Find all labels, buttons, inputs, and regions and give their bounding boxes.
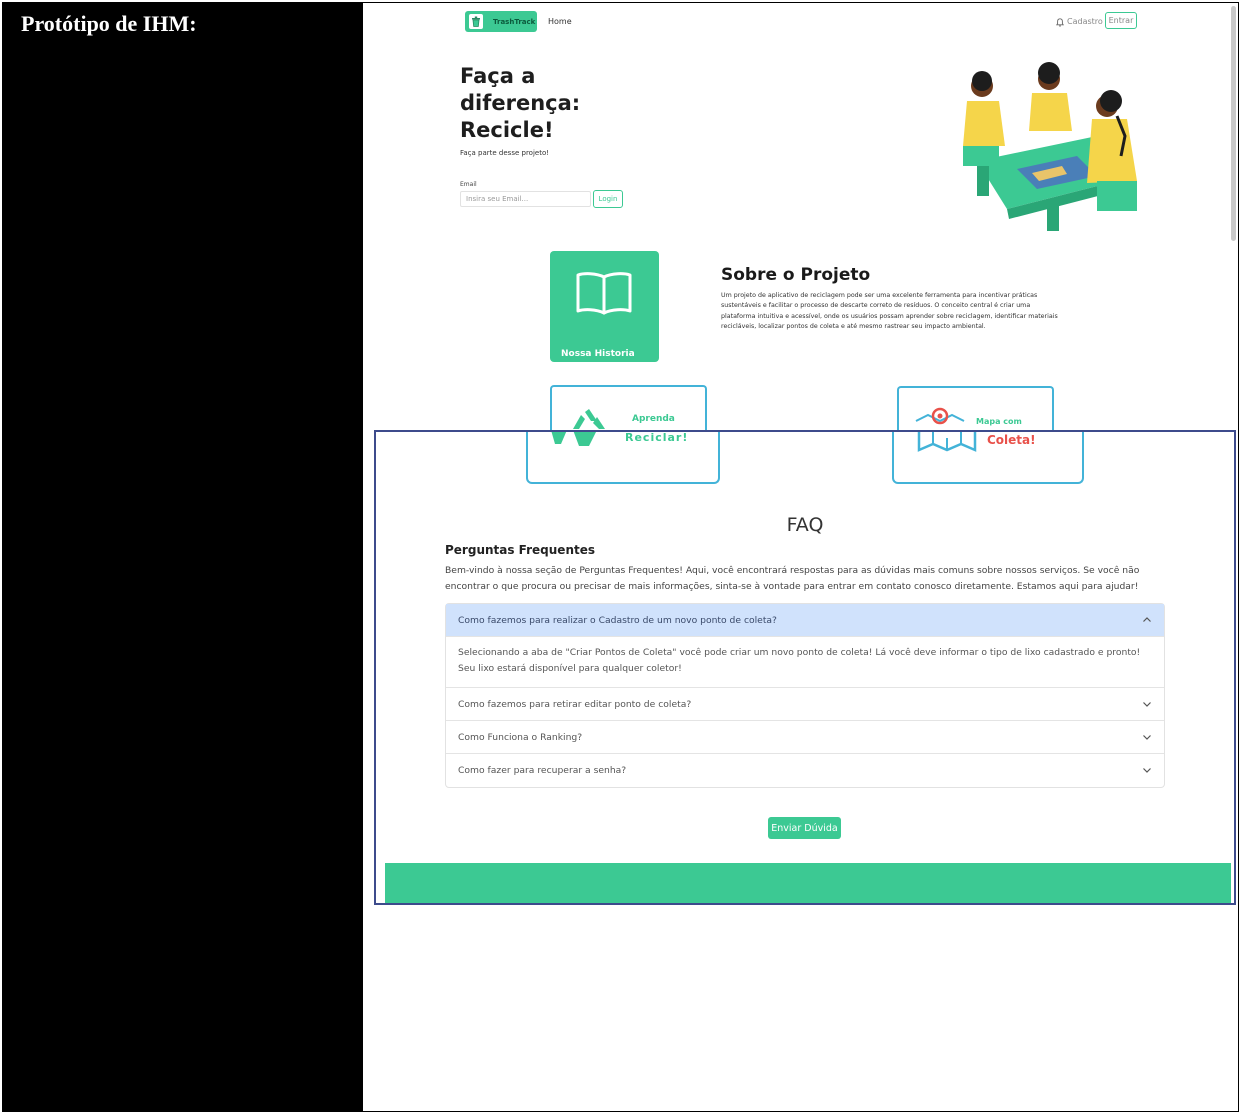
chevron-up-icon <box>1143 617 1151 622</box>
faq-intro: Bem-vindo à nossa seção de Perguntas Fre… <box>445 565 1140 592</box>
section-label: Protótipo de IHM: <box>21 11 197 36</box>
map-pin-icon <box>915 407 965 425</box>
faq-item-3-header[interactable]: Como Funciona o Ranking? <box>446 721 1164 754</box>
about-text: Um projeto de aplicativo de reciclagem p… <box>721 292 1058 331</box>
nossa-historia-card[interactable]: Nossa Historia <box>550 251 659 362</box>
left-label-cell: Protótipo de IHM: <box>3 3 362 1112</box>
mapa-label: Mapa com <box>976 417 1022 426</box>
about-title: Sobre o Projeto <box>721 265 871 285</box>
trash-bin-icon <box>469 14 483 29</box>
chevron-down-icon <box>1143 768 1151 773</box>
kids-recycling-illustration <box>963 62 1137 231</box>
nav-cadastro-link[interactable]: Cadastro <box>1067 17 1103 26</box>
landing-page-screenshot: TrashTrack Home Cadastro Entrar Faça a d… <box>364 3 1238 430</box>
enviar-duvida-button[interactable]: Enviar Dúvida <box>768 817 841 839</box>
footer-band <box>385 863 1231 903</box>
logo-text: TrashTrack <box>493 17 536 26</box>
login-button[interactable]: Login <box>593 190 623 208</box>
faq-item-4-header[interactable]: Como fazer para recuperar a senha? <box>446 754 1164 787</box>
recycle-icon <box>573 409 605 429</box>
hero-title: Faça a diferença: Recicle! <box>460 64 581 142</box>
chevron-down-icon <box>1143 735 1151 740</box>
faq-item-2-question: Como fazemos para retirar editar ponto d… <box>458 698 692 710</box>
cell-divider <box>362 3 363 1112</box>
scrollbar[interactable] <box>1231 6 1236 241</box>
map-icon <box>917 432 977 452</box>
reciclar-label: Reciclar! <box>625 431 689 444</box>
chevron-down-icon <box>1143 702 1151 707</box>
bell-icon <box>1056 18 1064 27</box>
faq-item-1-answer: Selecionando a aba de "Criar Pontos de C… <box>446 637 1164 688</box>
faq-subtitle: Perguntas Frequentes <box>445 543 595 557</box>
faq-item-2-header[interactable]: Como fazemos para retirar editar ponto d… <box>446 688 1164 721</box>
hero-subtitle: Faça parte desse projeto! <box>460 149 550 157</box>
faq-item-3-question: Como Funciona o Ranking? <box>458 731 583 743</box>
faq-page-screenshot: Reciclar! Coleta! FAQ Perguntas Frequent… <box>374 430 1236 905</box>
faq-item-1-header[interactable]: Como fazemos para realizar o Cadastro de… <box>446 604 1164 637</box>
nossa-historia-label: Nossa Historia <box>561 349 635 359</box>
entrar-button[interactable]: Entrar <box>1105 12 1137 29</box>
faq-accordion: Como fazemos para realizar o Cadastro de… <box>445 603 1165 788</box>
book-icon <box>576 272 632 315</box>
faq-item-4-question: Como fazer para recuperar a senha? <box>458 765 627 776</box>
aprenda-label: Aprenda <box>632 414 675 424</box>
recycle-icon <box>551 432 596 446</box>
logo-button[interactable]: TrashTrack <box>465 11 537 32</box>
email-input[interactable]: Insira seu Email... <box>460 191 591 207</box>
coleta-label: Coleta! <box>987 433 1036 447</box>
email-label: Email <box>460 181 477 188</box>
faq-item-1-question: Como fazemos para realizar o Cadastro de… <box>458 614 777 626</box>
nav-home-link[interactable]: Home <box>548 17 572 26</box>
faq-title: FAQ <box>786 514 824 536</box>
